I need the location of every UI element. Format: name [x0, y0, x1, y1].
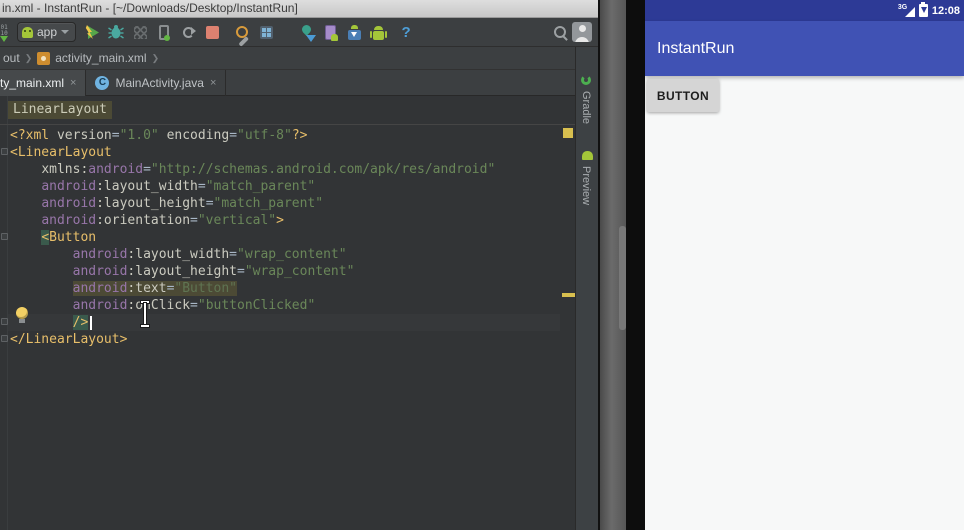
code-line[interactable]: android:layout_height="match_parent": [8, 195, 560, 212]
rerun-button[interactable]: [178, 21, 198, 43]
code-line[interactable]: android:layout_height="wrap_content": [8, 263, 560, 280]
avd-manager-button[interactable]: [256, 21, 276, 43]
main-toolbar: 01 10 app ?: [0, 18, 598, 47]
code-line[interactable]: android:onClick="buttonClicked": [8, 297, 560, 314]
editor-pane: LinearLayout <?xml version="1.0" encodin…: [0, 96, 575, 530]
stop-button[interactable]: [202, 21, 222, 43]
run-button[interactable]: [82, 21, 102, 43]
code-line[interactable]: xmlns:android="http://schemas.android.co…: [8, 161, 560, 178]
user-avatar-icon[interactable]: [572, 22, 592, 42]
android-icon: [22, 26, 33, 38]
code-line[interactable]: android:layout_width="match_parent": [8, 178, 560, 195]
device-monitor-button[interactable]: [320, 21, 340, 43]
tab-activity-main-xml[interactable]: ty_main.xml ×: [0, 70, 87, 96]
run-configuration-dropdown[interactable]: app: [17, 22, 77, 42]
android-monitor-button[interactable]: [368, 21, 388, 43]
attach-device-icon: [159, 24, 171, 41]
sync-down-arrow-icon: [306, 35, 317, 42]
bug-icon: [108, 25, 124, 39]
code-line[interactable]: android:text="Button": [8, 280, 560, 297]
breadcrumb-item-file[interactable]: activity_main.xml: [55, 51, 146, 65]
error-stripe-warning-mark[interactable]: [563, 128, 573, 138]
code-editor[interactable]: <?xml version="1.0" encoding="utf-8"?> <L…: [8, 127, 560, 348]
device-phone-icon: [324, 24, 338, 41]
code-line[interactable]: android:orientation="vertical">: [8, 212, 560, 229]
code-line[interactable]: android:layout_width="wrap_content": [8, 246, 560, 263]
close-icon[interactable]: ×: [70, 77, 76, 89]
wrench-gear-icon: [235, 25, 249, 39]
make-project-icon[interactable]: 01 10: [0, 21, 13, 43]
editor-breadcrumb-divider: [0, 124, 575, 125]
attach-debugger-button[interactable]: [154, 21, 174, 43]
signal-3g-icon: 3G: [898, 4, 915, 17]
status-bar-time: 12:08: [931, 4, 960, 17]
android-preview-icon: [582, 151, 593, 160]
app-action-bar: InstantRun: [645, 21, 964, 76]
emulator-screen: 3G 12:08 InstantRun BUTTON: [645, 0, 964, 530]
fold-marker-icon[interactable]: [1, 148, 8, 155]
code-line[interactable]: <?xml version="1.0" encoding="utf-8"?>: [8, 127, 560, 144]
search-icon: [554, 26, 566, 38]
code-line[interactable]: </LinearLayout>: [8, 331, 560, 348]
device-volume-button: [619, 226, 626, 330]
emulator-device-frame: [598, 0, 645, 530]
gradle-icon: [581, 75, 591, 85]
xml-file-icon: [37, 51, 51, 65]
code-line[interactable]: <Button: [8, 229, 560, 246]
tab-label: MainActivity.java: [115, 76, 204, 90]
breadcrumb-item-layout[interactable]: out: [3, 51, 20, 65]
chevron-down-icon: [61, 30, 70, 34]
right-toolwindow-strip: Gradle Preview: [575, 47, 598, 530]
android-button-widget[interactable]: BUTTON: [647, 79, 719, 112]
battery-icon: [918, 2, 928, 17]
search-everywhere-button[interactable]: [550, 21, 570, 43]
rerun-arrow-icon: [182, 26, 196, 38]
avd-manager-icon: [259, 25, 273, 39]
project-structure-button[interactable]: [232, 21, 252, 43]
toolwindow-preview-button[interactable]: Preview: [580, 166, 592, 205]
window-titlebar: in.xml - InstantRun - [~/Downloads/Deskt…: [0, 0, 598, 18]
sync-pin-icon: [299, 22, 313, 36]
toolwindow-gradle-button[interactable]: Gradle: [580, 91, 592, 124]
stop-icon: [205, 25, 219, 39]
window-title: in.xml - InstantRun - [~/Downloads/Deskt…: [2, 1, 298, 15]
run-with-coverage-button[interactable]: [130, 21, 150, 43]
device-bezel: [626, 0, 645, 530]
fold-marker-icon[interactable]: [1, 318, 8, 325]
app-title: InstantRun: [657, 39, 735, 57]
editor-breadcrumb-chip[interactable]: LinearLayout: [8, 101, 112, 119]
editor-tab-bar: ty_main.xml × C MainActivity.java ×: [0, 70, 598, 96]
coverage-icon: [133, 25, 147, 39]
tab-label: ty_main.xml: [0, 76, 65, 90]
run-play-icon: [85, 24, 99, 39]
breadcrumb-separator: ❯: [24, 52, 33, 63]
error-stripe-changed-mark[interactable]: [562, 293, 575, 297]
gradle-sync-button[interactable]: [296, 21, 317, 43]
tab-mainactivity-java[interactable]: C MainActivity.java ×: [86, 70, 227, 96]
navigation-breadcrumb: out ❯ activity_main.xml ❯: [0, 47, 598, 70]
fold-marker-icon[interactable]: [1, 335, 8, 342]
desktop: in.xml - InstantRun - [~/Downloads/Deskt…: [0, 0, 964, 530]
fold-marker-icon[interactable]: [1, 233, 8, 240]
help-icon: ?: [401, 23, 411, 41]
android-status-bar: 3G 12:08: [645, 0, 964, 21]
sdk-manager-button[interactable]: [344, 21, 364, 43]
java-class-icon: C: [95, 76, 110, 90]
mouse-cursor-ibeam: [140, 301, 150, 327]
code-line[interactable]: <LinearLayout: [8, 144, 560, 161]
help-button[interactable]: ?: [396, 21, 416, 43]
run-configuration-label: app: [37, 25, 58, 39]
make-arrow-icon: [0, 36, 8, 42]
debug-button[interactable]: [106, 21, 126, 43]
breadcrumb-separator: ❯: [151, 52, 160, 63]
intention-bulb-icon[interactable]: [16, 307, 28, 323]
android-studio-window: in.xml - InstantRun - [~/Downloads/Deskt…: [0, 0, 598, 530]
sdk-manager-icon: [347, 24, 361, 40]
android-robot-icon: [369, 25, 384, 40]
close-icon[interactable]: ×: [210, 77, 216, 89]
text-caret: [90, 316, 92, 330]
